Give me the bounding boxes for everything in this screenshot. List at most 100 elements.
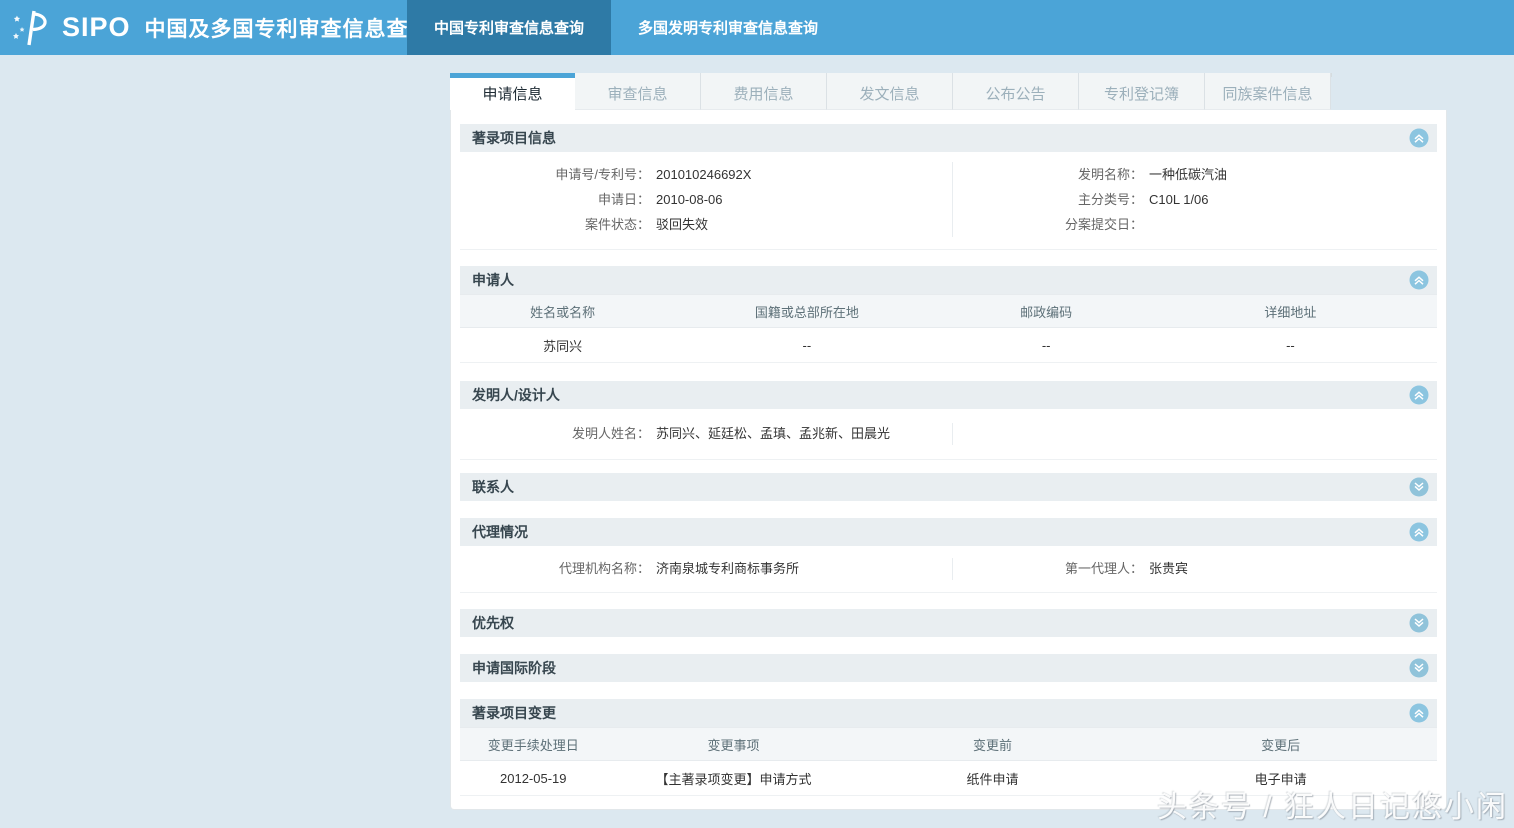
field-label: 申请号/专利号： xyxy=(555,167,650,182)
section-inventors: 发明人/设计人 发明人姓名： 苏同兴、延廷松、孟瑱、孟兆新、田晨光 xyxy=(460,381,1437,460)
field-divisional-date: 分案提交日： xyxy=(953,212,1437,237)
tab-content: 著录项目信息 申请号/专利号： 201010246692X 申请日： 2010-08… xyxy=(450,110,1447,810)
field-value: 201010246692X xyxy=(656,167,752,182)
section-applicant: 申请人 姓名或名称 国籍或总部所在地 邮政编码 详细地址 苏同兴 -- -- -… xyxy=(460,266,1437,363)
nav-item-multi-country[interactable]: 多国发明专利审查信息查询 xyxy=(611,0,845,55)
tab-label: 同族案件信息 xyxy=(1222,85,1313,103)
cell-name: 苏同兴 xyxy=(460,327,666,363)
col-change-item: 变更事项 xyxy=(606,727,861,761)
field-label: 第一代理人： xyxy=(1064,561,1143,576)
tab-label: 发文信息 xyxy=(859,85,920,103)
chevron-double-down-icon[interactable] xyxy=(1409,477,1429,497)
field-first-agent: 第一代理人： 张贵宾 xyxy=(953,558,1437,580)
active-tab-accent xyxy=(450,73,575,78)
field-label: 案件状态： xyxy=(584,217,650,232)
section-agency: 代理情况 代理机构名称： 济南泉城专利商标事务所 第一代理人： 张贵宾 xyxy=(460,518,1437,593)
cell-before-change: 纸件申请 xyxy=(860,760,1125,796)
empty-column xyxy=(952,423,1437,445)
field-label: 申请日： xyxy=(597,192,650,207)
changes-table: 变更手续处理日 变更事项 变更前 变更后 2012-05-19 【主著录项变更】… xyxy=(460,727,1437,796)
field-value: 一种低碳汽油 xyxy=(1149,167,1228,182)
detail-tab-bar: 申请信息 审查信息 费用信息 发文信息 公布公告 专利登记簿 同族案件信息 xyxy=(450,73,1332,110)
table-header-row: 姓名或名称 国籍或总部所在地 邮政编码 详细地址 xyxy=(460,294,1437,328)
chevron-double-up-icon[interactable] xyxy=(1409,385,1429,405)
field-label: 主分类号： xyxy=(1077,192,1143,207)
table-header-row: 变更手续处理日 变更事项 变更前 变更后 xyxy=(460,727,1437,761)
section-header: 发明人/设计人 xyxy=(460,381,1437,409)
tab-publication[interactable]: 公布公告 xyxy=(953,73,1079,110)
tab-application-info[interactable]: 申请信息 xyxy=(450,73,575,110)
section-header: 著录项目信息 xyxy=(460,124,1437,152)
sipo-logo-icon xyxy=(12,7,54,49)
section-title: 发明人/设计人 xyxy=(472,387,560,403)
section-title: 联系人 xyxy=(472,479,514,495)
field-agency-name: 代理机构名称： 济南泉城专利商标事务所 xyxy=(460,558,952,580)
cell-postal-code: -- xyxy=(948,327,1144,363)
chevron-double-down-icon[interactable] xyxy=(1409,658,1429,678)
tab-examination-info[interactable]: 审查信息 xyxy=(575,73,701,110)
section-header: 代理情况 xyxy=(460,518,1437,546)
field-value: C10L 1/06 xyxy=(1149,192,1209,207)
field-value: 2010-08-06 xyxy=(656,192,723,207)
field-label: 发明名称： xyxy=(1077,167,1143,182)
field-inventor-names: 发明人姓名： 苏同兴、延廷松、孟瑱、孟兆新、田晨光 xyxy=(460,423,952,445)
cell-after-change: 电子申请 xyxy=(1124,760,1437,796)
section-title: 优先权 xyxy=(472,615,514,631)
section-body: 发明人姓名： 苏同兴、延廷松、孟瑱、孟兆新、田晨光 xyxy=(460,409,1437,460)
field-invention-title: 发明名称： 一种低碳汽油 xyxy=(953,162,1437,187)
section-bibliographic-changes: 著录项目变更 变更手续处理日 变更事项 变更前 变更后 2012-05-19 【… xyxy=(460,699,1437,796)
col-change-date: 变更手续处理日 xyxy=(460,727,607,761)
section-priority: 优先权 xyxy=(460,609,1437,637)
top-header-bar: SIPO 中国及多国专利审查信息查询 中国专利审查信息查询 多国发明专利审查信息… xyxy=(0,0,1514,55)
nav-item-china-patent[interactable]: 中国专利审查信息查询 xyxy=(407,0,612,55)
col-address: 详细地址 xyxy=(1143,294,1437,328)
field-application-number: 申请号/专利号： 201010246692X xyxy=(460,162,952,187)
brand-text: SIPO xyxy=(62,12,131,42)
field-value: 张贵宾 xyxy=(1149,561,1189,576)
col-postal-code: 邮政编码 xyxy=(948,294,1144,328)
primary-nav: 中国专利审查信息查询 多国发明专利审查信息查询 xyxy=(407,0,845,55)
col-nationality: 国籍或总部所在地 xyxy=(665,294,949,328)
chevron-double-up-icon[interactable] xyxy=(1409,703,1429,723)
section-bibliographic-info: 著录项目信息 申请号/专利号： 201010246692X 申请日： 2010-08… xyxy=(460,124,1437,250)
field-label: 发明人姓名： xyxy=(571,426,650,441)
tab-fee-info[interactable]: 费用信息 xyxy=(701,73,827,110)
table-row: 苏同兴 -- -- -- xyxy=(460,327,1437,363)
tab-label: 专利登记簿 xyxy=(1103,85,1179,103)
chevron-double-up-icon[interactable] xyxy=(1409,128,1429,148)
col-name: 姓名或名称 xyxy=(460,294,666,328)
section-international-phase: 申请国际阶段 xyxy=(460,654,1437,682)
tab-label: 费用信息 xyxy=(733,85,794,103)
chevron-double-down-icon[interactable] xyxy=(1409,613,1429,633)
section-header: 申请人 xyxy=(460,266,1437,294)
field-case-status: 案件状态： 驳回失效 xyxy=(460,212,952,237)
content-panel: 申请信息 审查信息 费用信息 发文信息 公布公告 专利登记簿 同族案件信息 著录… xyxy=(450,73,1447,810)
applicant-table: 姓名或名称 国籍或总部所在地 邮政编码 详细地址 苏同兴 -- -- -- xyxy=(460,294,1437,363)
tab-label: 公布公告 xyxy=(985,85,1046,103)
tab-patent-register[interactable]: 专利登记簿 xyxy=(1079,73,1205,110)
tab-family-cases[interactable]: 同族案件信息 xyxy=(1205,73,1331,110)
section-contact: 联系人 xyxy=(460,473,1437,501)
section-title: 申请国际阶段 xyxy=(472,660,556,676)
field-main-classification: 主分类号： C10L 1/06 xyxy=(953,187,1437,212)
tab-label: 申请信息 xyxy=(482,86,543,103)
table-row: 2012-05-19 【主著录项变更】申请方式 纸件申请 电子申请 xyxy=(460,760,1437,796)
chevron-double-up-icon[interactable] xyxy=(1409,522,1429,542)
tab-label: 审查信息 xyxy=(607,85,668,103)
tab-issued-documents[interactable]: 发文信息 xyxy=(827,73,953,110)
section-body: 代理机构名称： 济南泉城专利商标事务所 第一代理人： 张贵宾 xyxy=(460,546,1437,593)
app-title: 中国及多国专利审查信息查询 xyxy=(144,17,431,41)
field-value: 驳回失效 xyxy=(656,217,709,232)
cell-nationality: -- xyxy=(665,327,949,363)
field-value: 济南泉城专利商标事务所 xyxy=(656,561,800,576)
section-header: 联系人 xyxy=(460,473,1437,501)
chevron-double-up-icon[interactable] xyxy=(1409,270,1429,290)
field-label: 分案提交日： xyxy=(1064,217,1143,232)
section-header: 著录项目变更 xyxy=(460,699,1437,727)
field-value: 苏同兴、延廷松、孟瑱、孟兆新、田晨光 xyxy=(656,426,891,441)
section-title: 著录项目信息 xyxy=(472,130,556,146)
cell-change-item: 【主著录项变更】申请方式 xyxy=(606,760,861,796)
field-label: 代理机构名称： xyxy=(558,561,650,576)
section-title: 申请人 xyxy=(472,272,514,288)
cell-change-date: 2012-05-19 xyxy=(460,760,607,796)
